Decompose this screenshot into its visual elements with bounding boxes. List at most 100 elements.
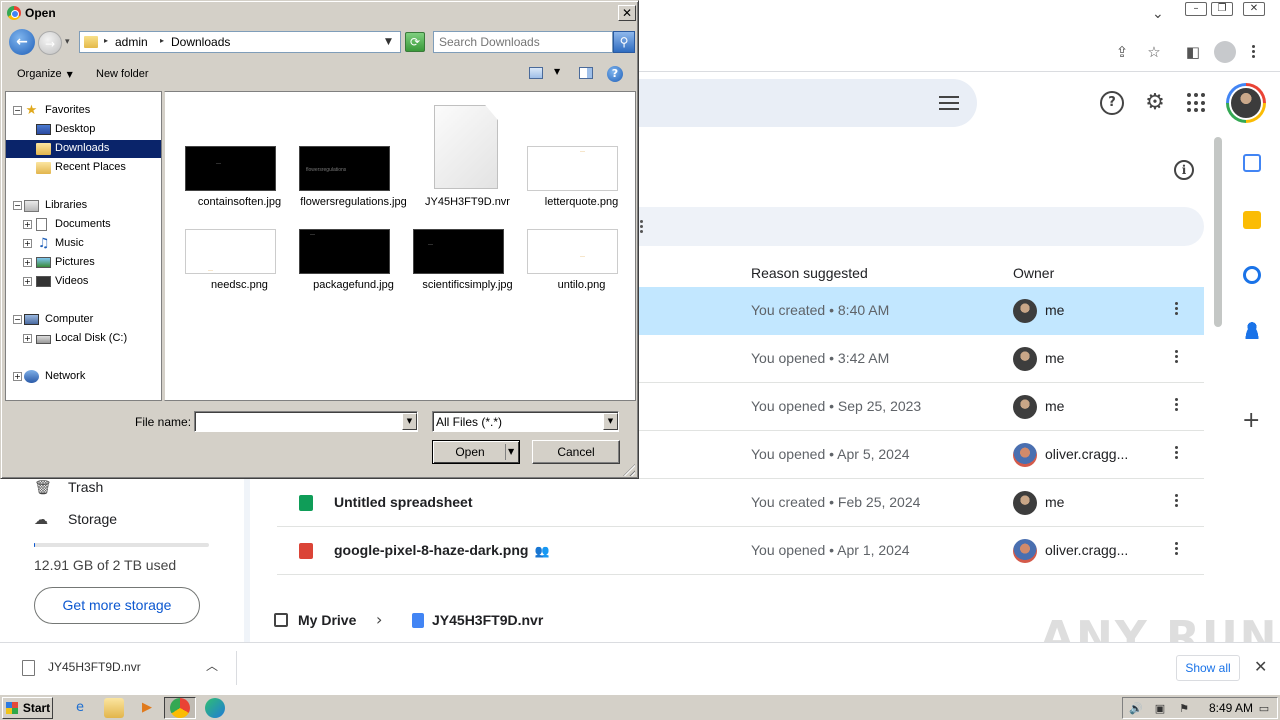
open-button[interactable]: Open ▼ (432, 440, 520, 464)
restore-window-button[interactable]: ❐ (1211, 2, 1233, 16)
breadcrumb-my-drive[interactable]: My Drive (298, 612, 356, 628)
share-icon[interactable]: ⇪ (1111, 41, 1133, 63)
preview-pane-icon[interactable] (579, 67, 593, 79)
nav-tree-item[interactable]: + Pictures (6, 254, 161, 272)
chevron-down-icon[interactable]: ▼ (603, 413, 618, 430)
organize-menu[interactable]: Organize ▼ (17, 68, 73, 80)
search-options-icon[interactable] (937, 91, 961, 115)
add-addon-icon[interactable]: + (1242, 408, 1260, 433)
file-item[interactable]: — needsc.png (174, 229, 278, 311)
more-filters-icon[interactable] (640, 220, 643, 235)
nav-tree-item[interactable]: + Videos (6, 273, 161, 291)
nav-tree-item[interactable]: Downloads (6, 140, 161, 158)
expand-icon[interactable]: + (23, 239, 32, 248)
new-folder-button[interactable]: New folder (96, 68, 149, 80)
edge-icon[interactable] (205, 698, 225, 718)
account-avatar[interactable] (1226, 83, 1266, 123)
bookmark-star-icon[interactable]: ☆ (1143, 41, 1165, 63)
file-item[interactable]: — containsoften.jpg (174, 92, 281, 208)
chrome-profile-icon[interactable] (1214, 41, 1236, 63)
nav-tree-item[interactable]: + Documents (6, 216, 161, 234)
close-window-button[interactable]: ✕ (1243, 2, 1265, 16)
nav-tree-item[interactable]: − ★ Favorites (6, 102, 161, 120)
internet-explorer-icon[interactable]: e (70, 698, 90, 718)
file-name-field[interactable]: ▼ (194, 411, 418, 432)
nav-tree-item[interactable]: + ♫ Music (6, 235, 161, 253)
action-center-flag-icon[interactable]: ⚑ (1177, 702, 1191, 715)
network-tray-icon[interactable]: ▣ (1153, 702, 1167, 715)
drive-scrollbar[interactable] (1214, 137, 1224, 327)
collapse-icon[interactable]: − (13, 106, 22, 115)
collapse-icon[interactable]: − (13, 201, 22, 210)
dialog-close-button[interactable]: ✕ (618, 5, 636, 21)
file-item[interactable]: JY45H3FT9D.nvr (402, 92, 510, 208)
address-bar[interactable]: ▸ admin ▸ Downloads ▼ (79, 31, 401, 53)
chevron-up-icon[interactable]: ︿ (206, 657, 218, 674)
breadcrumb-file[interactable]: JY45H3FT9D.nvr (432, 612, 543, 628)
tasks-icon[interactable] (1243, 266, 1261, 284)
get-more-storage-button[interactable]: Get more storage (34, 587, 200, 624)
search-downloads-input[interactable] (433, 31, 613, 53)
view-options-chevron-icon[interactable]: ▼ (554, 67, 560, 76)
change-view-icon[interactable] (529, 67, 543, 79)
chevron-down-icon[interactable]: ▼ (508, 447, 514, 456)
search-icon[interactable]: ⚲ (613, 31, 635, 53)
table-row[interactable]: Untitled spreadsheet You created • Feb 25… (277, 479, 1204, 527)
file-name[interactable]: google-pixel-8-haze-dark.png 👥 (334, 542, 549, 558)
drive-search-bar[interactable] (600, 79, 977, 127)
more-actions-icon[interactable] (1175, 396, 1178, 416)
file-type-filter-select[interactable]: All Files (*.*) ▼ (432, 411, 619, 432)
volume-icon[interactable]: 🔊 (1129, 702, 1143, 715)
nav-tree-item[interactable]: − Computer (6, 311, 161, 329)
address-chevron-icon[interactable]: ▸ (104, 36, 108, 45)
file-item[interactable]: — untilo.png (516, 229, 620, 311)
address-crumb-admin[interactable]: admin (115, 35, 148, 49)
tab-search-chevron-icon[interactable]: ⌄ (1152, 6, 1164, 22)
download-file-name[interactable]: JY45H3FT9D.nvr (48, 660, 141, 674)
address-chevron-icon[interactable]: ▸ (160, 36, 164, 45)
more-actions-icon[interactable] (1175, 540, 1178, 560)
more-actions-icon[interactable] (1175, 444, 1178, 464)
more-actions-icon[interactable] (1175, 300, 1178, 320)
start-button[interactable]: Start (2, 697, 53, 719)
help-icon[interactable]: ? (607, 66, 623, 82)
forward-arrow-icon[interactable]: → (38, 31, 62, 55)
resize-grip-icon[interactable] (623, 464, 635, 476)
file-explorer-icon[interactable] (104, 698, 124, 718)
keep-icon[interactable] (1243, 211, 1261, 229)
google-apps-icon[interactable] (1187, 93, 1207, 113)
media-player-icon[interactable]: ▶ (137, 698, 157, 718)
details-info-icon[interactable]: i (1174, 160, 1194, 180)
show-desktop-icon[interactable]: ▭ (1257, 702, 1271, 715)
show-all-downloads-button[interactable]: Show all (1176, 655, 1240, 681)
more-actions-icon[interactable] (1175, 492, 1178, 512)
file-item[interactable]: — packagefund.jpg (288, 229, 394, 311)
chevron-down-icon[interactable]: ▼ (402, 413, 417, 430)
back-arrow-icon[interactable]: ← (9, 29, 35, 55)
address-crumb-downloads[interactable]: Downloads (171, 35, 230, 49)
refresh-icon[interactable]: ⟳ (405, 32, 425, 52)
nav-tree-item[interactable]: − Libraries (6, 197, 161, 215)
expand-icon[interactable]: + (13, 372, 22, 381)
expand-icon[interactable]: + (23, 334, 32, 343)
expand-icon[interactable]: + (23, 220, 32, 229)
calendar-icon[interactable] (1243, 154, 1261, 172)
expand-icon[interactable]: + (23, 258, 32, 267)
expand-icon[interactable]: + (23, 277, 32, 286)
table-row[interactable]: google-pixel-8-haze-dark.png 👥 You opened … (277, 527, 1204, 575)
history-dropdown-icon[interactable]: ▾ (65, 37, 70, 47)
settings-gear-icon[interactable]: ⚙ (1143, 91, 1167, 115)
side-panel-icon[interactable]: ◧ (1182, 41, 1204, 63)
dialog-title-bar[interactable]: Open ✕ (4, 4, 636, 22)
collapse-icon[interactable]: − (13, 315, 22, 324)
minimize-window-button[interactable]: – (1185, 2, 1207, 16)
file-item[interactable]: — scientificsimply.jpg (402, 229, 513, 311)
file-item[interactable]: — letterquote.png (516, 92, 620, 208)
nav-tree-item[interactable]: + Network (6, 368, 161, 386)
chrome-icon[interactable] (170, 698, 190, 718)
nav-tree-item[interactable]: Desktop (6, 121, 161, 139)
help-icon[interactable]: ? (1100, 91, 1124, 115)
taskbar-clock[interactable]: 8:49 AM (1209, 701, 1253, 715)
more-actions-icon[interactable] (1175, 348, 1178, 368)
close-icon[interactable]: ✕ (1254, 657, 1267, 676)
